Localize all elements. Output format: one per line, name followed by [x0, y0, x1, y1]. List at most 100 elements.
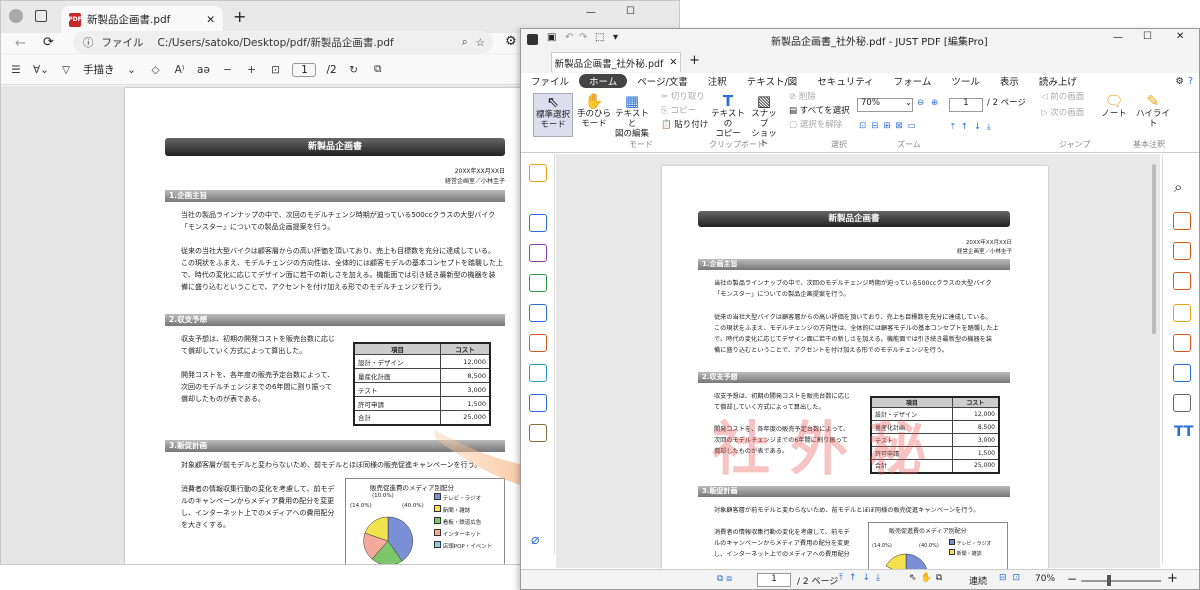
maximize-icon[interactable]: ☐ [626, 6, 635, 17]
attachment-page-icon[interactable] [529, 274, 547, 292]
eraser-icon[interactable]: ◇ [148, 64, 162, 76]
status-nav-icons[interactable]: ⤒↑↓⤓ [839, 573, 886, 583]
structure-icon[interactable] [529, 394, 547, 412]
comment-list-icon[interactable] [1173, 304, 1191, 322]
tab-text[interactable]: テキスト/図 [737, 74, 807, 88]
zoom-in-icon[interactable]: + [244, 64, 258, 76]
paste-button[interactable]: 📋 貼り付け [661, 120, 708, 131]
next-screen-button[interactable]: ▷ 次の画面 [1041, 108, 1084, 119]
close-icon[interactable]: ✕ [1176, 31, 1184, 42]
zoom-select[interactable]: 70% ⌄ [857, 98, 913, 112]
vertical-scrollbar[interactable] [1152, 164, 1156, 334]
comment-share-icon[interactable] [1173, 334, 1191, 352]
help-icon[interactable]: ? [1186, 76, 1199, 87]
page-input[interactable]: 1 [949, 98, 983, 112]
zoom-out-icon[interactable]: − [1067, 572, 1077, 586]
qat-menu-icon[interactable]: ▾ [613, 32, 618, 43]
contents-icon[interactable]: ☰ [9, 64, 23, 76]
highlight-button[interactable]: ✎ ハイライト [1133, 92, 1173, 130]
document-viewport[interactable]: 新製品企画書 20XX年XX月XX日 経営企画室／小林圭子 1.企画主旨 当社の… [556, 154, 1160, 576]
info-icon[interactable]: ⓘ [83, 35, 94, 50]
delete-button[interactable]: ⊘ 削除 [789, 92, 816, 103]
tab-annotation[interactable]: 注釈 [698, 74, 737, 88]
minimize-icon[interactable]: — [1113, 32, 1123, 43]
close-tab-icon[interactable]: ✕ [206, 14, 215, 26]
fit-icons[interactable]: ⊟⊡ [999, 573, 1026, 583]
bookmarks-icon[interactable] [529, 244, 547, 262]
tab-form[interactable]: フォーム [884, 74, 942, 88]
comments-panel-icon[interactable] [529, 164, 547, 182]
text-panel-icon[interactable] [529, 364, 547, 382]
layout-select[interactable]: 連続 [969, 574, 987, 587]
read-aloud-icon[interactable]: A⁾ [172, 64, 186, 76]
tab-security[interactable]: セキュリティ [807, 74, 883, 88]
fit-page-icon[interactable]: ⊡ [268, 64, 282, 76]
new-tab-icon[interactable]: + [233, 7, 246, 26]
zoom-out-icon[interactable]: ⊖ [917, 98, 924, 108]
attachment-icon[interactable]: ⌀ [531, 532, 539, 548]
text-copy-button[interactable]: T テキストの コピー [709, 92, 747, 140]
zoom-slider-thumb[interactable] [1107, 575, 1111, 586]
reload-icon[interactable]: ⟳ [43, 35, 54, 50]
maximize-icon[interactable]: ☐ [1143, 31, 1152, 42]
prev-screen-button[interactable]: ◁ 前の画面 [1041, 92, 1084, 103]
copy-button[interactable]: ⎘ コピー [661, 106, 696, 117]
status-tool-icons[interactable]: ⇖✋⧉ [909, 573, 946, 583]
extensions-icon[interactable]: ⚙ [505, 34, 517, 49]
sign-icon[interactable] [1173, 272, 1191, 290]
translate-icon[interactable]: aə [196, 64, 210, 76]
note-button[interactable]: 🗨 ノート [1099, 92, 1129, 120]
rotate-icon[interactable]: ↻ [347, 64, 361, 76]
status-page-input[interactable]: 1 [757, 573, 791, 587]
browser-tab[interactable]: PDF 新製品企画書.pdf ✕ [61, 6, 223, 33]
tab-view[interactable]: 表示 [990, 74, 1029, 88]
favorite-icon[interactable]: ☆ [476, 37, 485, 49]
address-bar[interactable]: ⓘ ファイル C:/Users/satoko/Desktop/pdf/新製品企画… [73, 31, 493, 54]
tab-tool[interactable]: ツール [941, 74, 990, 88]
close-tab-icon[interactable]: ✕ [669, 57, 677, 68]
two-page-icon[interactable]: ⧉ [371, 63, 385, 76]
export-icon[interactable] [1173, 364, 1191, 382]
security-icon[interactable] [529, 334, 547, 352]
minimize-icon[interactable]: — [586, 7, 596, 18]
select-mode-icon[interactable]: ⬚ [595, 32, 604, 43]
zoom-icon[interactable]: ⌕ [462, 36, 468, 49]
search-icon[interactable]: ⌕ [1174, 178, 1182, 196]
text-tool-icon[interactable]: TT [1174, 424, 1193, 440]
hand-mode-button[interactable]: ✋ 手のひら モード [575, 92, 613, 130]
cut-button[interactable]: ✂ 切り取り [661, 92, 705, 103]
checklist-icon[interactable] [1173, 394, 1191, 412]
back-icon[interactable]: ← [15, 36, 26, 51]
tab-actions-icon[interactable] [35, 10, 47, 22]
tab-home[interactable]: ホーム [579, 74, 628, 88]
undo-icon[interactable]: ↶ [565, 32, 573, 43]
highlight-icon[interactable]: ∀⌄ [33, 64, 49, 76]
tab-page[interactable]: ページ/文書 [627, 74, 698, 88]
zoom-slider[interactable] [1081, 580, 1161, 582]
page-nav-icons[interactable]: ⤒↑↓⤓ [951, 122, 997, 132]
layers-icon[interactable] [529, 304, 547, 322]
zoom-in-icon[interactable]: ⊕ [931, 98, 938, 108]
page-nav-left-icons[interactable]: ⧉ ⧈ [717, 574, 732, 584]
tab-read[interactable]: 読み上げ [1029, 74, 1087, 88]
chevron-down-icon[interactable]: ⌄ [124, 64, 138, 76]
text-figure-edit-button[interactable]: ▦ テキストと 図の編集 [613, 92, 651, 140]
tab-file[interactable]: ファイル [521, 74, 579, 88]
redo-icon[interactable]: ↷ [579, 32, 587, 43]
draw-icon[interactable]: ▽ [59, 64, 73, 76]
profile-icon[interactable] [9, 9, 23, 23]
save-icon[interactable]: ▣ [547, 32, 556, 43]
fit-icons[interactable]: ⊡⊟⊞⊠▭ [859, 121, 921, 131]
standard-select-button[interactable]: ⇖ 標準選択 モード [533, 93, 573, 137]
settings-icon[interactable]: ⚙ [1173, 76, 1186, 87]
zoom-out-icon[interactable]: − [220, 64, 234, 76]
thumbnails-icon[interactable] [529, 214, 547, 232]
zoom-in-icon[interactable]: + [1167, 571, 1178, 586]
doc-edit-icon[interactable] [1173, 212, 1191, 230]
draw-label[interactable]: 手描き [83, 62, 115, 77]
form-icon[interactable] [529, 424, 547, 442]
new-tab-icon[interactable]: + [689, 53, 700, 68]
file-tab[interactable]: 新製品企画書_社外秘.pdf ✕ [551, 52, 681, 72]
page-input[interactable]: 1 [292, 62, 317, 77]
select-all-button[interactable]: ▤ すべてを選択 [789, 106, 850, 117]
